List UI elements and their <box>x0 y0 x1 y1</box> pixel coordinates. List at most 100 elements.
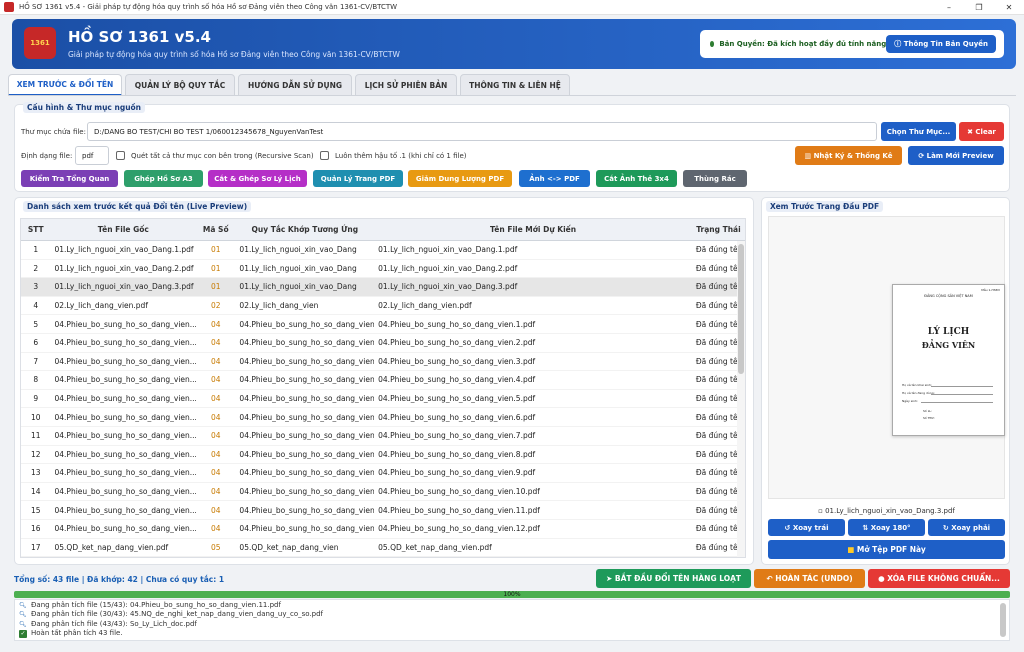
tab-history[interactable]: LỊCH SỬ PHIÊN BẢN <box>355 74 457 96</box>
row-code: 04 <box>210 487 221 497</box>
scrollbar-thumb[interactable] <box>738 244 744 374</box>
close-icon[interactable]: ✕ <box>994 0 1024 14</box>
rotate-right-button[interactable]: ↻ Xoay phải <box>928 519 1005 536</box>
recursive-label: Quét tất cả thư mục con bên trong (Recur… <box>131 152 314 160</box>
row-original-name: 04.Phieu_bo_sung_ho_so_dang_vien.... <box>54 505 197 515</box>
col-new-name[interactable]: Tên File Mới Dự Kiến <box>374 219 692 240</box>
recursive-checkbox[interactable] <box>116 151 125 160</box>
suffix-label: Luôn thêm hậu tố .1 (khi chỉ có 1 file) <box>335 152 467 160</box>
row-new-name: 04.Phieu_bo_sung_ho_so_dang_vien.3.pdf <box>378 356 536 366</box>
table-row[interactable]: 12 04.Phieu_bo_sung_ho_so_dang_vien.... 04… <box>21 446 745 465</box>
tool-merge-a3-button[interactable]: Ghép Hồ Sơ A3 <box>124 170 203 187</box>
row-new-name: 04.Phieu_bo_sung_ho_so_dang_vien.9.pdf <box>378 468 536 478</box>
license-info-button[interactable]: ⓘ Thông Tin Bản Quyền <box>886 35 996 53</box>
title-bar: HỒ SƠ 1361 v5.4 - Giải pháp tự động hóa … <box>0 0 1024 15</box>
tool-crop-photo-button[interactable]: Cắt Ảnh Thẻ 3x4 <box>596 170 677 187</box>
col-code[interactable]: Mã Số <box>196 219 235 240</box>
table-row[interactable]: 6 04.Phieu_bo_sung_ho_so_dang_vien.... 04 0… <box>21 334 745 353</box>
refresh-preview-button[interactable]: ⟳ Làm Mới Preview <box>908 146 1004 165</box>
row-new-name: 04.Phieu_bo_sung_ho_so_dang_vien.5.pdf <box>378 394 536 404</box>
delete-invalid-button[interactable]: ● XÓA FILE KHÔNG CHUẨN... <box>868 569 1010 588</box>
row-rule: 04.Phieu_bo_sung_ho_so_dang_vien <box>239 524 375 534</box>
table-row[interactable]: 1 01.Ly_lich_nguoi_xin_vao_Dang.1.pdf 01 01… <box>21 241 745 260</box>
row-new-name: 04.Phieu_bo_sung_ho_so_dang_vien.7.pdf <box>378 431 536 441</box>
tool-compress-pdf-button[interactable]: Giảm Dung Lượng PDF <box>408 170 512 187</box>
tool-pdf-pages-button[interactable]: Quản Lý Trang PDF <box>313 170 403 187</box>
format-label: Định dạng file: <box>21 152 73 160</box>
row-code: 04 <box>210 375 221 385</box>
row-rule: 02.Ly_lich_dang_vien <box>239 301 319 311</box>
row-stt: 3 <box>33 282 39 292</box>
tab-info[interactable]: THÔNG TIN & LIÊN HỆ <box>460 74 570 96</box>
window-title: HỒ SƠ 1361 v5.4 - Giải pháp tự động hóa … <box>19 3 398 11</box>
table-row[interactable]: 14 04.Phieu_bo_sung_ho_so_dang_vien.... 04… <box>21 483 745 502</box>
row-original-name: 04.Phieu_bo_sung_ho_so_dang_vien.... <box>54 431 197 441</box>
table-row[interactable]: 16 04.Phieu_bo_sung_ho_so_dang_vien.... 04… <box>21 520 745 539</box>
page-line-3: Ngày sinh: <box>902 399 918 403</box>
log-scrollbar[interactable] <box>1000 603 1006 637</box>
table-row[interactable]: 15 04.Phieu_bo_sung_ho_so_dang_vien.... 04… <box>21 501 745 520</box>
row-original-name: 04.Phieu_bo_sung_ho_so_dang_vien.... <box>54 524 197 534</box>
rotate-180-button[interactable]: ⇅ Xoay 180° <box>848 519 925 536</box>
tab-rules[interactable]: QUẢN LÝ BỘ QUY TẮC <box>125 74 235 96</box>
row-rule: 04.Phieu_bo_sung_ho_so_dang_vien <box>239 468 375 478</box>
table-row[interactable]: 2 01.Ly_lich_nguoi_xin_vao_Dang.2.pdf 01 01… <box>21 260 745 279</box>
table-row[interactable]: 9 04.Phieu_bo_sung_ho_so_dang_vien.... 04 0… <box>21 390 745 409</box>
col-rule[interactable]: Quy Tắc Khớp Tương Ứng <box>235 219 374 240</box>
clear-button[interactable]: ✖ Clear <box>959 122 1004 141</box>
table-row[interactable]: 10 04.Phieu_bo_sung_ho_so_dang_vien.... 04… <box>21 408 745 427</box>
tab-preview-rename[interactable]: XEM TRƯỚC & ĐỔI TÊN <box>8 74 122 96</box>
table-row[interactable]: 7 04.Phieu_bo_sung_ho_so_dang_vien.... 04 0… <box>21 353 745 372</box>
row-stt: 13 <box>30 468 41 478</box>
choose-folder-button[interactable]: Chọn Thư Mục... <box>881 122 956 141</box>
format-input[interactable]: pdf <box>75 146 109 165</box>
rotate-right-label: Xoay phải <box>951 523 991 532</box>
row-new-name: 02.Ly_lich_dang_vien.pdf <box>378 301 472 311</box>
table-header: STT Tên File Gốc Mã Số Quy Tắc Khớp Tươn… <box>21 219 745 241</box>
suffix-checkbox[interactable] <box>320 151 329 160</box>
log-text: Hoàn tất phân tích 43 file. <box>31 628 123 637</box>
page-title-1: LÝ LỊCH <box>927 327 970 337</box>
tool-trash-button[interactable]: Thùng Rác <box>683 170 747 187</box>
minimize-icon[interactable]: – <box>934 0 964 14</box>
logo-text: 1361 <box>30 39 50 47</box>
undo-button[interactable]: ↶ HOÀN TÁC (UNDO) <box>754 569 865 588</box>
delete-icon: ● <box>878 574 888 583</box>
row-code: 04 <box>210 356 221 366</box>
col-stt[interactable]: STT <box>21 219 51 240</box>
rotate-left-button[interactable]: ↺ Xoay trái <box>768 519 845 536</box>
row-original-name: 04.Phieu_bo_sung_ho_so_dang_vien.... <box>54 487 197 497</box>
row-new-name: 01.Ly_lich_nguoi_xin_vao_Dang.1.pdf <box>378 245 518 255</box>
row-original-name: 05.QD_ket_nap_dang_vien.pdf <box>54 542 169 552</box>
maximize-icon[interactable]: ❐ <box>964 0 994 14</box>
table-row[interactable]: 4 02.Ly_lich_dang_vien.pdf 02 02.Ly_lich_da… <box>21 297 745 316</box>
table-row[interactable]: 3 01.Ly_lich_nguoi_xin_vao_Dang.3.pdf 01 01… <box>21 278 745 297</box>
log-stats-button[interactable]: ▥ Nhật Ký & Thống Kê <box>795 146 902 165</box>
search-icon: 🔍︎ <box>19 620 27 628</box>
row-rule: 04.Phieu_bo_sung_ho_so_dang_vien <box>239 338 375 348</box>
tool-cut-merge-resume-button[interactable]: Cắt & Ghép Sơ Lý Lịch <box>208 170 307 187</box>
table-row[interactable]: 17 05.QD_ket_nap_dang_vien.pdf 05 05.QD_ket… <box>21 539 745 557</box>
tool-image-pdf-button[interactable]: Ảnh <-> PDF <box>519 170 590 187</box>
tool-check-overview-button[interactable]: Kiểm Tra Tổng Quan <box>21 170 118 187</box>
config-section: Cấu hình & Thư mục nguồn Thư mục chứa fi… <box>14 102 1010 192</box>
row-rule: 04.Phieu_bo_sung_ho_so_dang_vien <box>239 449 375 459</box>
col-status[interactable]: Trạng Thái <box>692 219 745 240</box>
row-original-name: 04.Phieu_bo_sung_ho_so_dang_vien.... <box>54 412 197 422</box>
delete-invalid-label: XÓA FILE KHÔNG CHUẨN... <box>887 574 1000 583</box>
refresh-preview-label: Làm Mới Preview <box>926 151 994 160</box>
open-pdf-button[interactable]: ■ Mở Tệp PDF Này <box>768 540 1005 559</box>
row-rule: 04.Phieu_bo_sung_ho_so_dang_vien <box>239 375 375 385</box>
table-row[interactable]: 13 04.Phieu_bo_sung_ho_so_dang_vien.... 04… <box>21 464 745 483</box>
col-original-name[interactable]: Tên File Gốc <box>51 219 197 240</box>
table-scrollbar[interactable] <box>737 241 745 557</box>
start-rename-button[interactable]: ➤ BẮT ĐẦU ĐỔI TÊN HÀNG LOẠT <box>596 569 751 588</box>
table-row[interactable]: 8 04.Phieu_bo_sung_ho_so_dang_vien.... 04 0… <box>21 371 745 390</box>
folder-path-input[interactable]: D:/DANG BO TEST/CHI BO TEST 1/0600123456… <box>87 122 877 141</box>
table-row[interactable]: 5 04.Phieu_bo_sung_ho_so_dang_vien.... 04 0… <box>21 315 745 334</box>
table-row[interactable]: 11 04.Phieu_bo_sung_ho_so_dang_vien.... 04… <box>21 427 745 446</box>
row-original-name: 01.Ly_lich_nguoi_xin_vao_Dang.2.pdf <box>54 263 194 273</box>
tab-guide[interactable]: HƯỚNG DẪN SỬ DỤNG <box>238 74 352 96</box>
row-code: 01 <box>210 263 221 273</box>
row-new-name: 04.Phieu_bo_sung_ho_so_dang_vien.4.pdf <box>378 375 536 385</box>
